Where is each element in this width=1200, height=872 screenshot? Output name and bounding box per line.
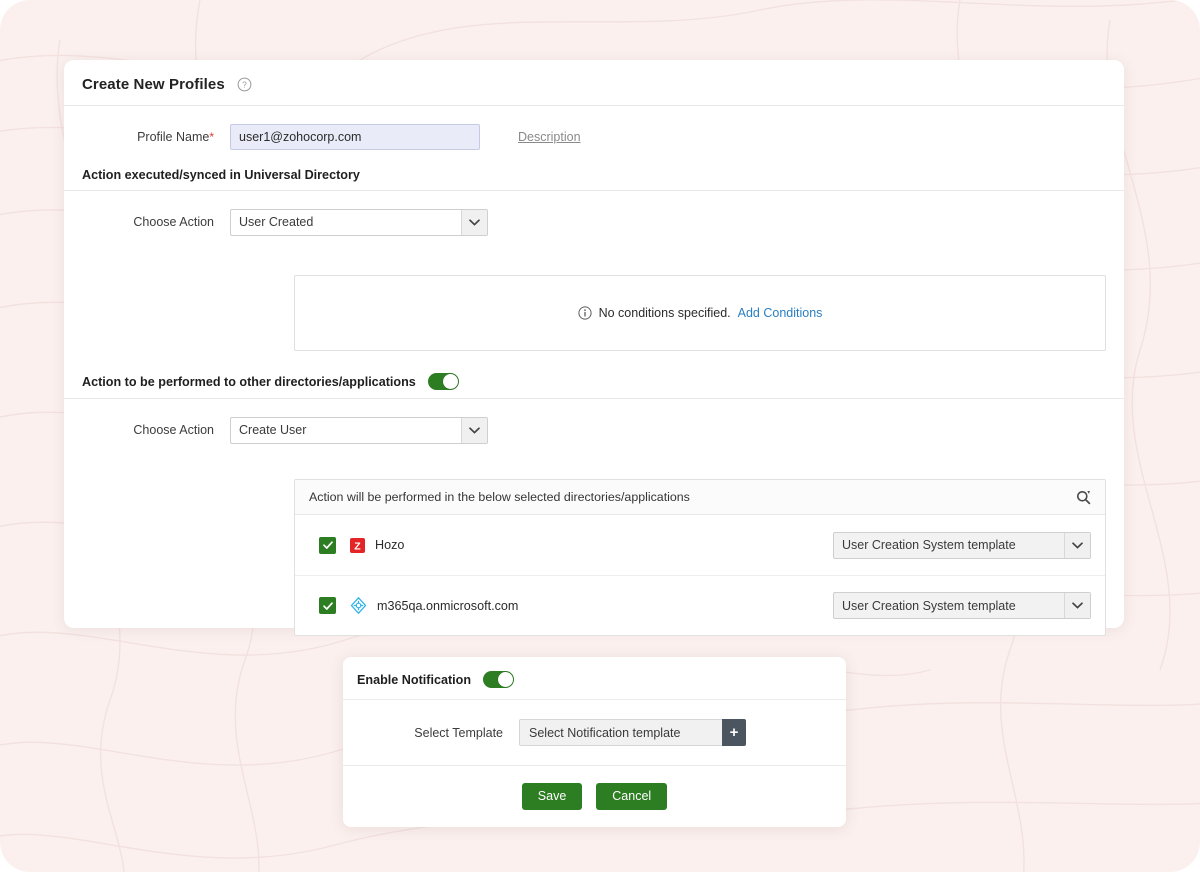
source-section-title: Action executed/synced in Universal Dire… <box>82 168 360 182</box>
add-template-button[interactable]: + <box>722 719 746 746</box>
select-template-row: Select Template + <box>343 700 846 766</box>
row-checkbox[interactable] <box>319 536 336 554</box>
chevron-down-icon <box>461 209 487 235</box>
description-link[interactable]: Description <box>518 130 581 144</box>
svg-text:Z: Z <box>354 540 361 552</box>
profile-name-label: Profile Name* <box>82 130 230 144</box>
conditions-panel: No conditions specified. Add Conditions <box>294 275 1106 351</box>
enable-notification-toggle[interactable] <box>483 671 515 688</box>
help-circle-icon[interactable]: ? <box>237 77 252 92</box>
target-section-heading: Action to be performed to other director… <box>64 373 1124 399</box>
add-conditions-link[interactable]: Add Conditions <box>738 306 823 320</box>
no-conditions-message: No conditions specified. Add Conditions <box>577 306 823 320</box>
chevron-down-icon <box>1064 532 1090 558</box>
microsoft-azure-icon <box>350 597 367 614</box>
card-header: Create New Profiles ? <box>64 60 1124 106</box>
template-input-group: + <box>519 719 746 746</box>
row-template-value: User Creation System template <box>842 598 1016 613</box>
select-template-label: Select Template <box>414 725 503 740</box>
row-checkbox[interactable] <box>319 597 336 614</box>
notification-template-input[interactable] <box>519 719 722 746</box>
svg-text:?: ? <box>242 80 247 90</box>
create-profile-card: Create New Profiles ? Profile Name* Desc… <box>64 60 1124 636</box>
row-template-select[interactable]: User Creation System template <box>833 592 1091 619</box>
table-row: m365qa.onmicrosoft.com User Creation Sys… <box>295 575 1105 635</box>
directories-table-header-text: Action will be performed in the below se… <box>309 490 690 504</box>
profile-name-row: Profile Name* Description <box>64 106 1124 168</box>
row-template-select[interactable]: User Creation System template <box>833 531 1091 559</box>
profile-name-input[interactable] <box>230 124 480 150</box>
target-action-row: Choose Action Create User <box>64 399 1124 461</box>
target-section-title: Action to be performed to other director… <box>82 374 416 389</box>
row-app-name: m365qa.onmicrosoft.com <box>377 598 519 613</box>
table-row: Z Hozo User Creation System template <box>295 515 1105 575</box>
notification-header: Enable Notification <box>343 657 846 700</box>
cancel-button[interactable]: Cancel <box>596 782 668 810</box>
source-section-heading: Action executed/synced in Universal Dire… <box>64 168 1124 191</box>
source-action-row: Choose Action User Created <box>64 191 1124 253</box>
chevron-down-icon <box>461 417 487 443</box>
form-actions: Save Cancel <box>343 766 846 826</box>
enable-notification-label: Enable Notification <box>357 672 472 687</box>
row-app-name: Hozo <box>375 538 405 552</box>
plus-icon: + <box>729 724 739 741</box>
page-title: Create New Profiles <box>82 76 225 93</box>
no-conditions-text: No conditions specified. <box>598 306 731 320</box>
zoho-z-icon: Z <box>350 537 365 553</box>
save-button[interactable]: Save <box>521 782 583 810</box>
required-indicator: * <box>209 130 214 144</box>
toggle-knob <box>442 374 458 389</box>
directories-table: Action will be performed in the below se… <box>294 479 1106 636</box>
target-action-value: Create User <box>239 423 307 437</box>
search-icon[interactable] <box>1076 490 1091 505</box>
source-action-value: User Created <box>239 215 314 229</box>
info-circle-icon <box>577 306 592 320</box>
source-action-select[interactable]: User Created <box>230 208 488 236</box>
target-action-label: Choose Action <box>133 423 214 437</box>
notification-card: Enable Notification Select Template + Sa… <box>343 657 846 827</box>
profile-name-label-text: Profile Name <box>137 130 210 144</box>
target-section-toggle[interactable] <box>427 373 459 390</box>
chevron-down-icon <box>1064 593 1090 618</box>
row-template-value: User Creation System template <box>842 538 1016 552</box>
toggle-knob <box>498 672 514 687</box>
source-action-label: Choose Action <box>133 215 214 229</box>
target-action-select[interactable]: Create User <box>230 416 488 444</box>
directories-table-header: Action will be performed in the below se… <box>295 480 1105 515</box>
